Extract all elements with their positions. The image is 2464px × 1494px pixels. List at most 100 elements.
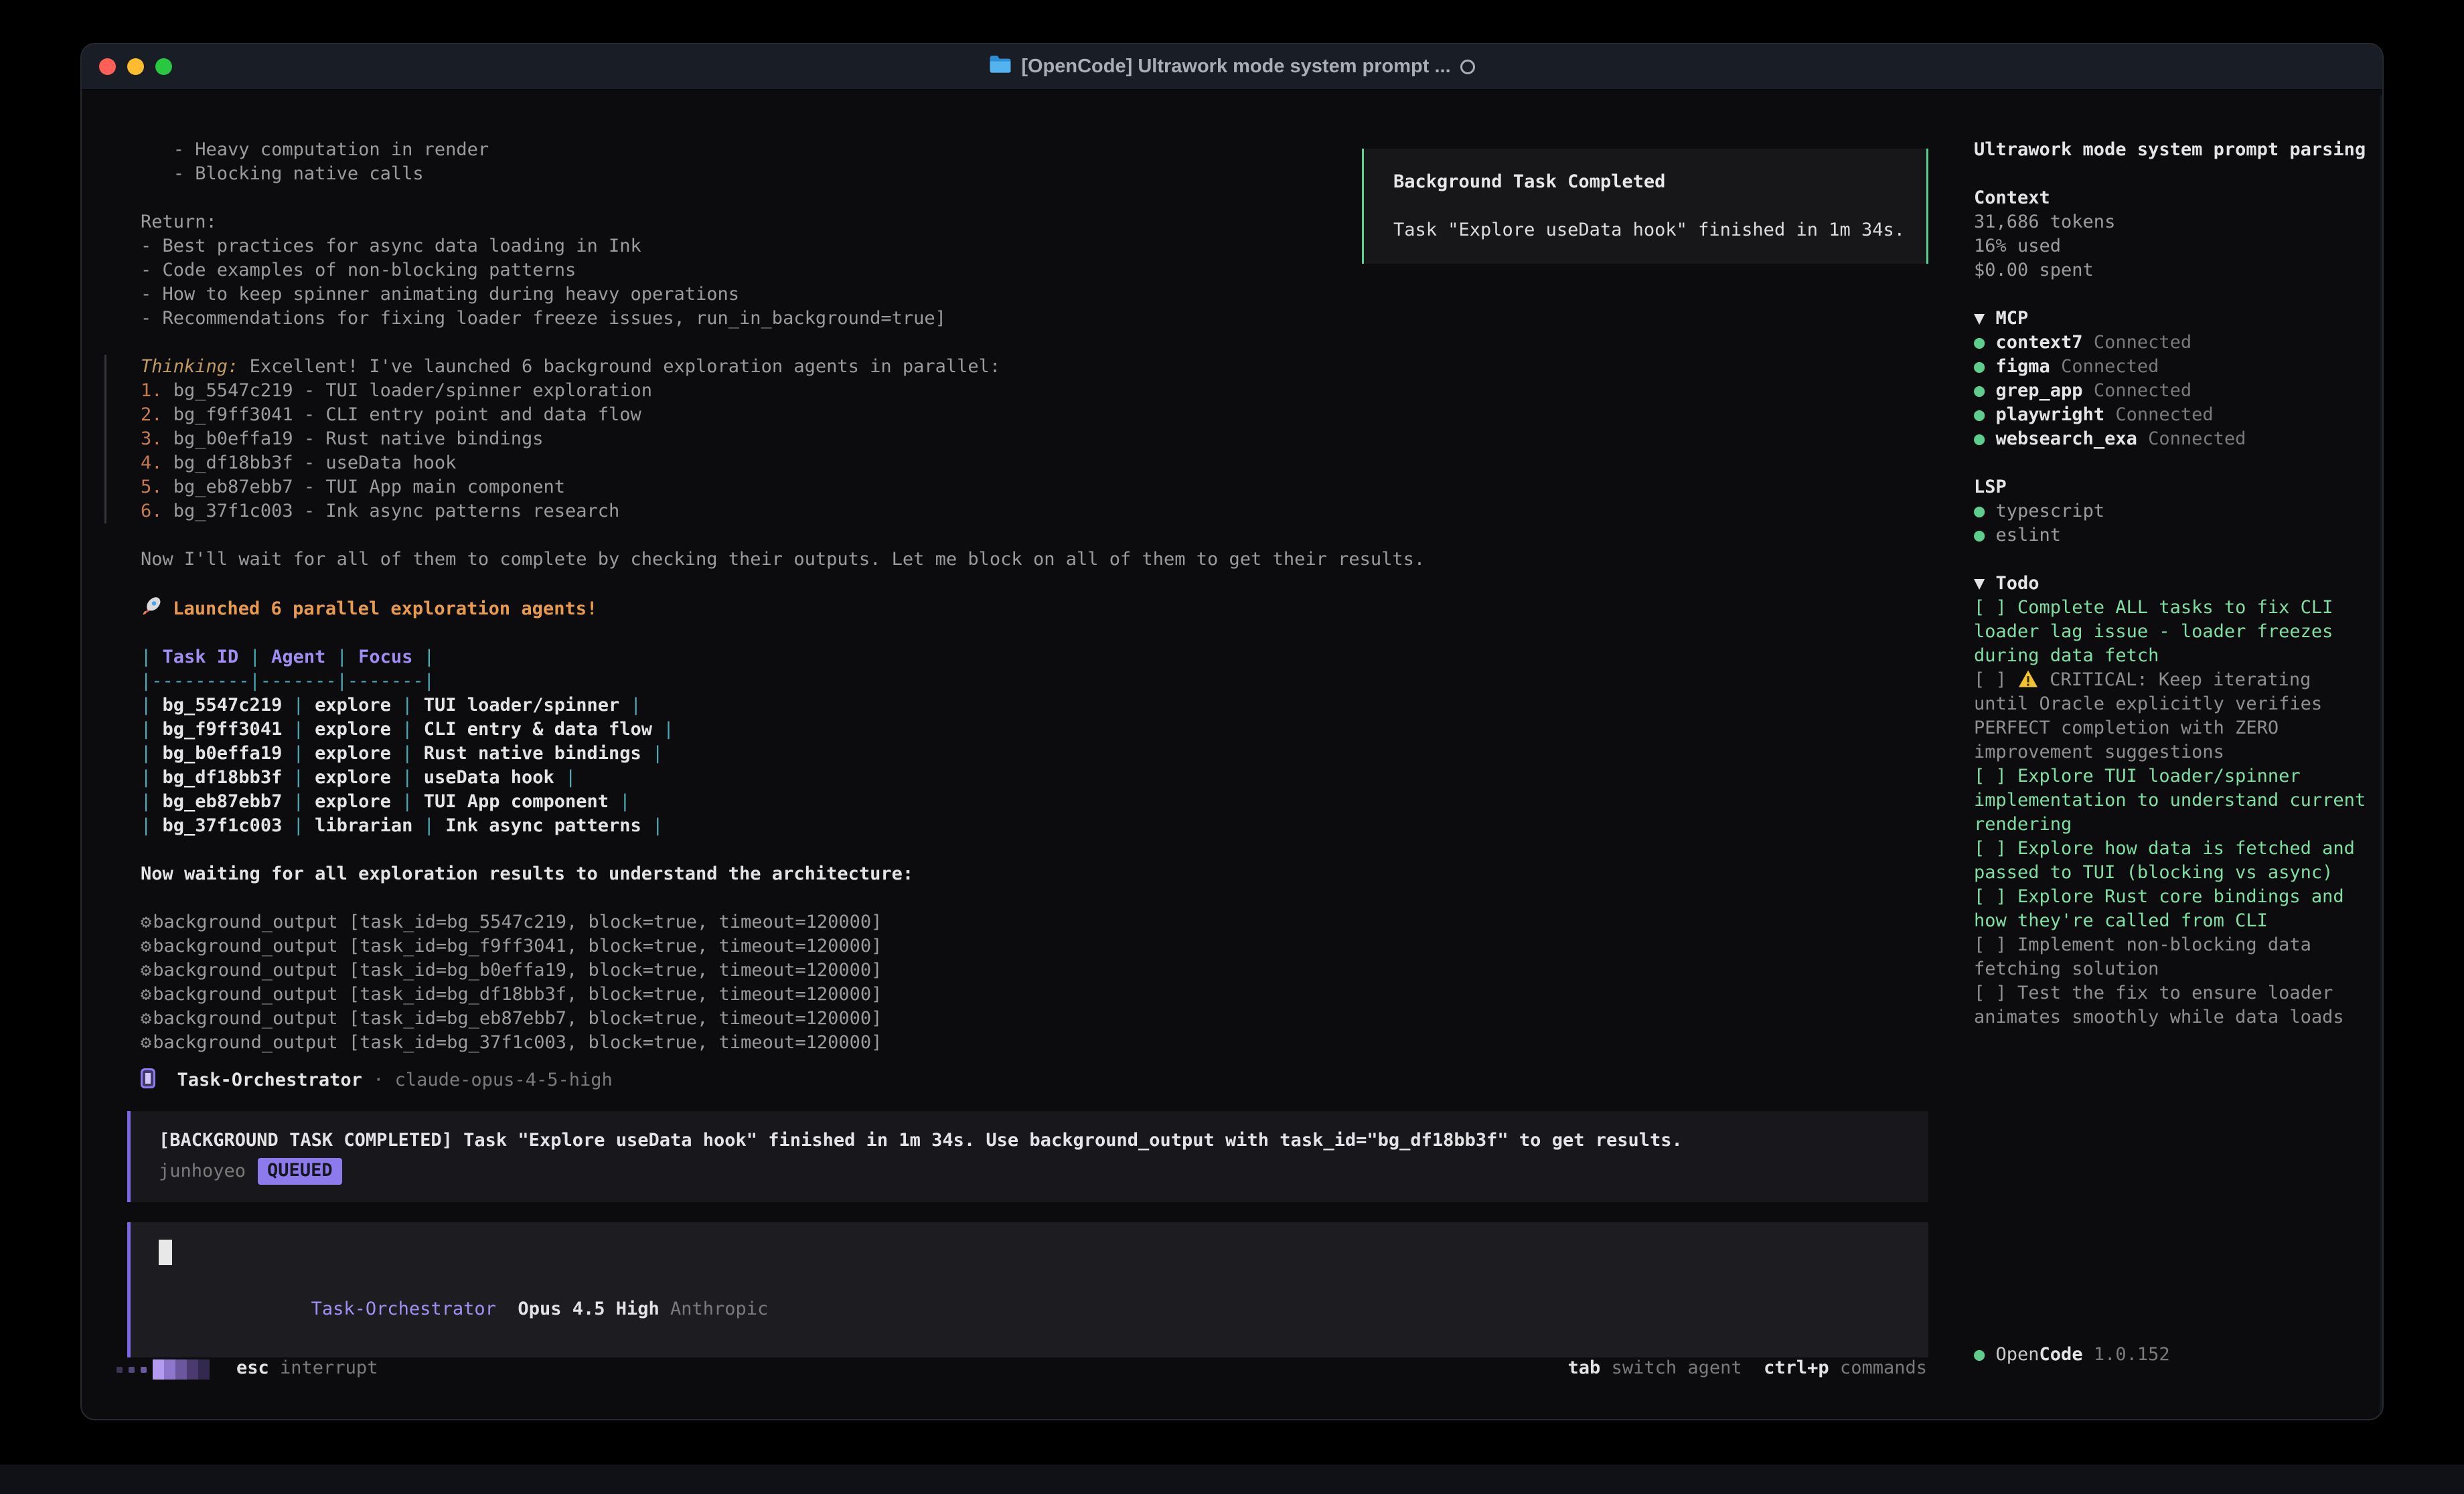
progress-blocks-icon <box>117 1359 210 1380</box>
terminal-line: Now waiting for all exploration results … <box>104 862 1931 886</box>
terminal-line: ⚙background_output [task_id=bg_eb87ebb7,… <box>104 1007 1931 1031</box>
terminal-line: | bg_eb87ebb7 | explore | TUI App compon… <box>104 790 1931 814</box>
terminal-line: Ultrawork mode system prompt parsing <box>1974 138 2376 162</box>
terminal-line: 4. bg_df18bb3f - useData hook <box>106 451 1931 475</box>
terminal-line <box>1974 162 2376 186</box>
terminal-line: ● grep_app Connected <box>1974 379 2376 403</box>
terminal-line: |---------|-------|-------| <box>104 669 1931 693</box>
sidebar: Ultrawork mode system prompt parsing Con… <box>1931 90 2384 1419</box>
terminal-line: ⚙background_output [task_id=bg_5547c219,… <box>104 910 1931 934</box>
terminal-line: $0.00 spent <box>1974 258 2376 282</box>
dock-strip <box>0 1465 2464 1494</box>
terminal-line: Task-Orchestrator · claude-opus-4-5-high <box>104 1068 1931 1092</box>
terminal-line: LSP <box>1974 475 2376 499</box>
chat-transcript: - Heavy computation in render - Blocking… <box>82 90 1931 1357</box>
terminal-line: ⚙background_output [task_id=bg_f9ff3041,… <box>104 934 1931 959</box>
todo-item: [ ] Explore how data is fetched and pass… <box>1974 837 2376 885</box>
terminal-window: [OpenCode] Ultrawork mode system prompt … <box>80 43 2384 1420</box>
loading-circle-icon <box>1460 60 1475 74</box>
minimize-button[interactable] <box>127 58 144 75</box>
terminal-line: ● eslint <box>1974 523 2376 548</box>
assistant-text-2: Now waiting for all exploration results … <box>104 862 1931 886</box>
terminal-line: - Recommendations for fixing loader free… <box>104 307 1931 331</box>
terminal-line: | bg_5547c219 | explore | TUI loader/spi… <box>104 693 1931 718</box>
close-button[interactable] <box>99 58 116 75</box>
queued-badge: QUEUED <box>258 1158 342 1185</box>
agent-icon <box>141 1068 155 1092</box>
terminal-line <box>1974 282 2376 307</box>
todo-item: [ ] Explore Rust core bindings and how t… <box>1974 885 2376 933</box>
terminal-line: Now I'll wait for all of them to complet… <box>104 548 1931 572</box>
terminal-line: | bg_df18bb3f | explore | useData hook | <box>104 766 1931 790</box>
todo-list: [ ] Complete ALL tasks to fix CLI loader… <box>1974 596 2376 1029</box>
username: junhoyeo <box>159 1159 246 1183</box>
terminal-line <box>1974 451 2376 475</box>
toast-notification[interactable]: Background Task Completed Task "Explore … <box>1362 149 1928 264</box>
traffic-lights <box>99 44 172 89</box>
terminal-line: | Task ID | Agent | Focus | <box>104 645 1931 669</box>
terminal-line: ● playwright Connected <box>1974 403 2376 427</box>
terminal-line: Context <box>1974 186 2376 210</box>
terminal-line: ● typescript <box>1974 499 2376 523</box>
esc-hint: esc interrupt <box>236 1357 378 1382</box>
rocket-icon <box>141 596 162 621</box>
todo-item: [ ] Explore TUI loader/spinner implement… <box>1974 764 2376 837</box>
terminal-line <box>1974 548 2376 572</box>
terminal-line: ● figma Connected <box>1974 355 2376 379</box>
terminal-line: | bg_37f1c003 | librarian | Ink async pa… <box>104 814 1931 838</box>
warning-triangle-icon <box>2017 668 2039 692</box>
terminal-line: ▼ Todo <box>1974 572 2376 596</box>
task-table: | Task ID | Agent | Focus ||---------|--… <box>104 645 1931 838</box>
desktop: [OpenCode] Ultrawork mode system prompt … <box>0 0 2464 1494</box>
toast-body: Task "Explore useData hook" finished in … <box>1393 218 1926 242</box>
terminal-line: ● websearch_exa Connected <box>1974 427 2376 451</box>
terminal-line: ⚙background_output [task_id=bg_b0effa19,… <box>104 959 1931 983</box>
sidebar-info: Ultrawork mode system prompt parsing Con… <box>1974 138 2376 596</box>
terminal-line: ⚙background_output [task_id=bg_37f1c003,… <box>104 1031 1931 1055</box>
provider-name: Anthropic <box>660 1299 769 1319</box>
gear-icon: ⚙ <box>141 1031 151 1055</box>
thinking-block: Thinking: Excellent! I've launched 6 bac… <box>104 355 1931 523</box>
terminal-line: 1. bg_5547c219 - TUI loader/spinner expl… <box>106 379 1931 403</box>
terminal-line: ● context7 Connected <box>1974 331 2376 355</box>
assistant-text: Now I'll wait for all of them to complet… <box>104 548 1931 572</box>
task-completed-message: [BACKGROUND TASK COMPLETED] Task "Explor… <box>159 1129 1902 1153</box>
scrollbar[interactable] <box>2380 94 2384 1415</box>
gear-icon: ⚙ <box>141 983 151 1007</box>
terminal-line: 3. bg_b0effa19 - Rust native bindings <box>106 427 1931 451</box>
terminal-line: 2. bg_f9ff3041 - CLI entry point and dat… <box>106 403 1931 427</box>
terminal-line: | bg_f9ff3041 | explore | CLI entry & da… <box>104 718 1931 742</box>
gear-icon: ⚙ <box>141 934 151 959</box>
agent-selector[interactable]: Task-Orchestrator <box>311 1299 496 1319</box>
titlebar: [OpenCode] Ultrawork mode system prompt … <box>82 44 2382 90</box>
terminal-line: 16% used <box>1974 234 2376 258</box>
prompt-input[interactable]: Task-Orchestrator Opus 4.5 High Anthropi… <box>127 1222 1928 1357</box>
status-bar: esc interrupt tab switch agent ctrl+p co… <box>82 1357 1931 1382</box>
todo-item: [ ] CRITICAL: Keep iterating until Oracl… <box>1974 668 2376 764</box>
terminal-line: 6. bg_37f1c003 - Ink async patterns rese… <box>106 499 1931 523</box>
terminal-line: ▼ MCP <box>1974 307 2376 331</box>
version-line: ● OpenCode 1.0.152 <box>1974 1343 2376 1367</box>
folder-icon <box>989 55 1012 79</box>
terminal-line: ⚙background_output [task_id=bg_df18bb3f,… <box>104 983 1931 1007</box>
terminal-line: - How to keep spinner animating during h… <box>104 282 1931 307</box>
terminal-line: 31,686 tokens <box>1974 210 2376 234</box>
keyboard-hints: tab switch agent ctrl+p commands <box>1568 1357 1927 1382</box>
terminal-line: Thinking: Excellent! I've launched 6 bac… <box>106 355 1931 379</box>
background-task-completed-box: [BACKGROUND TASK COMPLETED] Task "Explor… <box>127 1111 1928 1202</box>
gear-icon: ⚙ <box>141 1007 151 1031</box>
todo-item: [ ] Test the fix to ensure loader animat… <box>1974 981 2376 1029</box>
agent-header: Task-Orchestrator · claude-opus-4-5-high <box>104 1068 1931 1092</box>
tool-call-list: ⚙background_output [task_id=bg_5547c219,… <box>104 910 1931 1055</box>
gear-icon: ⚙ <box>141 959 151 983</box>
window-title: [OpenCode] Ultrawork mode system prompt … <box>1021 56 1450 78</box>
gear-icon: ⚙ <box>141 910 151 934</box>
todo-item: [ ] Implement non-blocking data fetching… <box>1974 933 2376 981</box>
main-terminal-pane: - Heavy computation in render - Blocking… <box>82 90 1931 1419</box>
terminal-line: Launched 6 parallel exploration agents! <box>104 596 1931 621</box>
zoom-button[interactable] <box>155 58 172 75</box>
text-cursor <box>159 1240 172 1265</box>
todo-item: [ ] Complete ALL tasks to fix CLI loader… <box>1974 596 2376 668</box>
terminal-line: 5. bg_eb87ebb7 - TUI App main component <box>106 475 1931 499</box>
terminal-line: | bg_b0effa19 | explore | Rust native bi… <box>104 742 1931 766</box>
